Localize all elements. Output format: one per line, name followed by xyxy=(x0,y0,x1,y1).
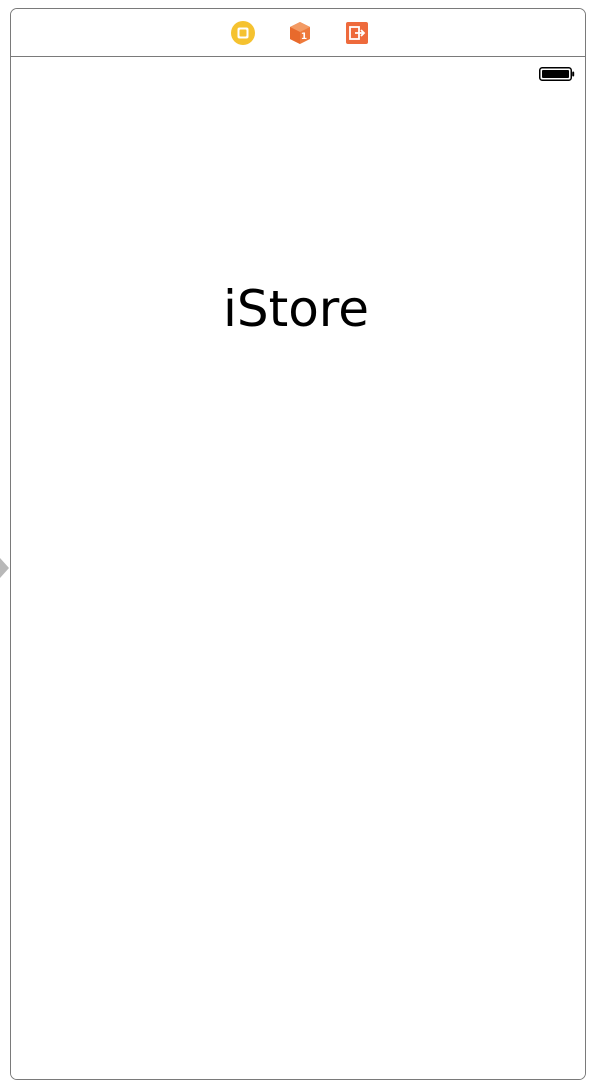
exit-icon[interactable] xyxy=(345,21,369,45)
battery-icon xyxy=(539,67,575,81)
view-controller-icon[interactable] xyxy=(231,21,255,45)
app-title-label: iStore xyxy=(222,280,370,338)
svg-text:1: 1 xyxy=(301,32,307,42)
view-controller-scene[interactable]: 1 iStore xyxy=(10,8,586,1080)
initial-view-controller-arrow-icon[interactable] xyxy=(0,558,9,578)
first-responder-cube-icon[interactable]: 1 xyxy=(288,21,312,45)
status-bar xyxy=(11,57,585,89)
scene-dock: 1 xyxy=(11,9,585,57)
storyboard-canvas: 1 iStore xyxy=(0,0,604,1090)
root-view[interactable]: iStore xyxy=(11,57,585,1079)
